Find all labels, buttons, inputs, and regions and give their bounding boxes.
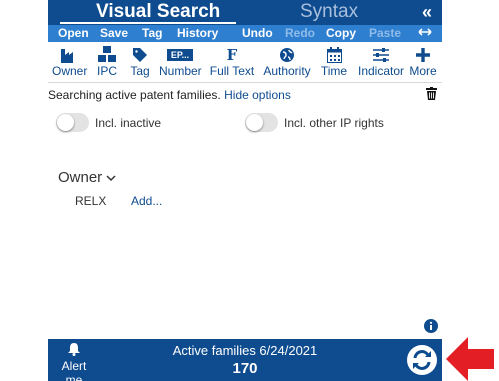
factory-icon bbox=[52, 45, 86, 64]
active-families-label: Active families 6/24/2021 bbox=[172, 343, 318, 358]
redo-button[interactable]: Redo bbox=[285, 26, 315, 40]
toolbar-indicator[interactable]: Indicator bbox=[356, 45, 406, 81]
search-panel: Visual Search Syntax « Open Save Tag His… bbox=[48, 0, 442, 381]
undo-button[interactable]: Undo bbox=[242, 26, 273, 40]
toggle-switch[interactable] bbox=[56, 113, 89, 132]
open-button[interactable]: Open bbox=[58, 26, 89, 40]
toolbar-time[interactable]: Time bbox=[319, 45, 349, 81]
toolbar-tag[interactable]: Tag bbox=[127, 45, 153, 81]
toolbar-owner[interactable]: Owner bbox=[52, 45, 87, 81]
history-button[interactable]: History bbox=[177, 26, 218, 40]
footer-bar: Alert me Active families 6/24/2021 170 bbox=[48, 339, 442, 381]
arrow-pointer-icon bbox=[446, 336, 496, 381]
owner-group-header[interactable]: Owner bbox=[58, 169, 116, 186]
calendar-icon bbox=[319, 45, 349, 64]
toolbar-authority[interactable]: Authority bbox=[262, 45, 312, 81]
toolbar-full-text[interactable]: F Full Text bbox=[209, 45, 255, 81]
tab-syntax[interactable]: Syntax bbox=[300, 1, 358, 23]
info-icon[interactable] bbox=[424, 319, 438, 338]
families-count: 170 bbox=[232, 360, 258, 377]
include-inactive-toggle[interactable]: Incl. inactive bbox=[56, 113, 161, 132]
include-other-ip-toggle[interactable]: Incl. other IP rights bbox=[245, 113, 384, 132]
active-tab-underline bbox=[60, 22, 236, 24]
sliders-icon bbox=[356, 45, 406, 64]
status-text: Searching active patent families. bbox=[48, 88, 221, 102]
refresh-icon[interactable] bbox=[406, 344, 438, 376]
plus-icon bbox=[409, 45, 437, 64]
toolbar-more[interactable]: More bbox=[409, 45, 437, 81]
cubes-icon bbox=[94, 45, 120, 64]
toolbar-number[interactable]: EP... Number bbox=[159, 45, 202, 81]
globe-icon bbox=[262, 45, 312, 64]
trash-icon[interactable] bbox=[426, 87, 437, 105]
toolbar-ipc[interactable]: IPC bbox=[94, 45, 120, 81]
swap-icon[interactable] bbox=[418, 26, 432, 41]
fulltext-icon: F bbox=[226, 45, 238, 64]
toggle-switch[interactable] bbox=[245, 113, 278, 132]
number-badge-icon: EP... bbox=[166, 48, 194, 61]
save-button[interactable]: Save bbox=[100, 26, 128, 40]
header-bar: Visual Search Syntax « bbox=[48, 0, 442, 25]
copy-button[interactable]: Copy bbox=[326, 26, 356, 40]
owner-value[interactable]: RELX bbox=[75, 194, 106, 208]
toolbar-divider bbox=[48, 82, 442, 83]
add-owner-link[interactable]: Add... bbox=[131, 194, 162, 208]
collapse-button[interactable]: « bbox=[422, 2, 432, 23]
tab-visual-search[interactable]: Visual Search bbox=[96, 1, 220, 23]
action-bar: Open Save Tag History Undo Redo Copy Pas… bbox=[48, 25, 442, 42]
chevron-down-icon bbox=[106, 169, 116, 186]
paste-button[interactable]: Paste bbox=[369, 26, 401, 40]
hide-options-link[interactable]: Hide options bbox=[224, 88, 291, 102]
search-status: Searching active patent families. Hide o… bbox=[48, 88, 291, 102]
tag-icon bbox=[127, 45, 153, 64]
tag-button[interactable]: Tag bbox=[142, 26, 162, 40]
